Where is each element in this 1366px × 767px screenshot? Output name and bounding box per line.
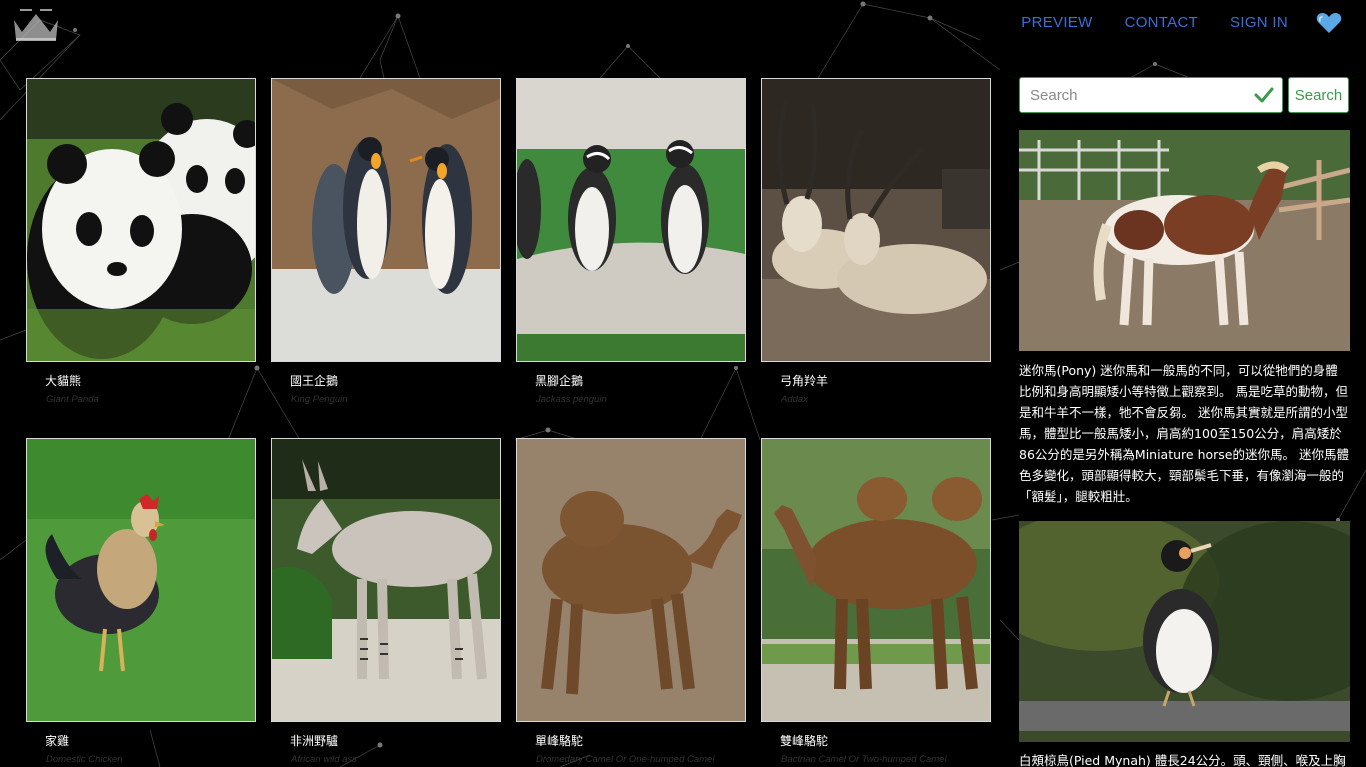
pony-photo[interactable] xyxy=(1019,130,1350,351)
domestic-chicken-image xyxy=(27,439,255,721)
mynah-photo[interactable] xyxy=(1019,521,1350,742)
animal-name-zh: 國王企鵝 xyxy=(290,374,339,388)
animal-name-en: Bactrian Camel Or Two-humped Camel xyxy=(781,754,947,765)
animal-name-en: African wild ass xyxy=(291,754,357,765)
animal-card[interactable]: 非洲野驢 African wild ass xyxy=(271,438,501,767)
crown-logo-icon[interactable] xyxy=(6,4,66,44)
animal-name-zh: 雙峰駱駝 xyxy=(780,734,829,748)
animal-name-en: Domestic Chicken xyxy=(46,754,123,765)
sidebar: Search 迷你馬(Pony) 迷你馬和一般馬的不同，可以從牠們的身體比例和身… xyxy=(1019,77,1350,767)
animal-name-en: Dromedary Camel Or One-humped Camel xyxy=(536,754,715,765)
animal-photo[interactable] xyxy=(516,78,746,362)
animal-name-zh: 大貓熊 xyxy=(45,374,82,388)
checkmark-icon xyxy=(1254,87,1274,103)
nav-contact-link[interactable]: CONTACT xyxy=(1125,13,1198,33)
pied-mynah-image xyxy=(1019,521,1350,742)
giant-panda-image xyxy=(27,79,255,361)
african-wild-ass-image xyxy=(272,439,500,721)
animal-name-en: Jackass penguin xyxy=(536,394,607,405)
animal-name-zh: 單峰駱駝 xyxy=(535,734,584,748)
animal-card[interactable]: 家雞 Domestic Chicken xyxy=(26,438,256,767)
animal-card[interactable]: 單峰駱駝 Dromedary Camel Or One-humped Camel xyxy=(516,438,746,767)
search-input[interactable] xyxy=(1020,78,1260,112)
dromedary-camel-image xyxy=(517,439,745,721)
animal-photo[interactable] xyxy=(761,78,991,362)
animal-name-en: King Penguin xyxy=(291,394,348,405)
animal-card[interactable]: 國王企鵝 King Penguin xyxy=(271,78,501,407)
animal-name-zh: 黑腳企鵝 xyxy=(535,374,584,388)
animal-photo[interactable] xyxy=(26,438,256,722)
search-field-wrapper xyxy=(1019,77,1283,113)
addax-image xyxy=(762,79,990,361)
animal-card[interactable]: 弓角羚羊 Addax xyxy=(761,78,991,407)
animal-card[interactable]: 黑腳企鵝 Jackass penguin xyxy=(516,78,746,407)
search-button[interactable]: Search xyxy=(1288,77,1349,113)
animal-photo[interactable] xyxy=(516,438,746,722)
animal-name-zh: 家雞 xyxy=(45,734,70,748)
top-nav: PREVIEW CONTACT SIGN IN xyxy=(989,12,1342,34)
animal-name-en: Giant Panda xyxy=(46,394,99,405)
animal-name-en: Addax xyxy=(781,394,808,405)
animal-photo[interactable] xyxy=(761,438,991,722)
animal-photo[interactable] xyxy=(271,78,501,362)
jackass-penguin-image xyxy=(517,79,745,361)
animal-name-zh: 非洲野驢 xyxy=(290,734,339,748)
animal-card[interactable]: 雙峰駱駝 Bactrian Camel Or Two-humped Camel xyxy=(761,438,991,767)
pony-image xyxy=(1019,130,1350,351)
nav-preview-link[interactable]: PREVIEW xyxy=(1021,13,1092,33)
mynah-description: 白頰椋鳥(Pied Mynah) 體長24公分。頭、頸側、喉及上胸 xyxy=(1019,753,1346,767)
animal-photo[interactable] xyxy=(26,78,256,362)
zoo-page: PREVIEW CONTACT SIGN IN 大貓熊 Giant Panda … xyxy=(0,0,1366,767)
animal-name-zh: 弓角羚羊 xyxy=(780,374,829,388)
pony-description: 迷你馬(Pony) 迷你馬和一般馬的不同，可以從牠們的身體比例和身高明顯矮小等特… xyxy=(1019,363,1349,504)
heart-icon[interactable] xyxy=(1316,12,1342,34)
bactrian-camel-image xyxy=(762,439,990,721)
search-form: Search xyxy=(1019,77,1350,113)
king-penguin-image xyxy=(272,79,500,361)
animal-card[interactable]: 大貓熊 Giant Panda xyxy=(26,78,256,407)
nav-sign-in-link[interactable]: SIGN IN xyxy=(1230,13,1288,33)
animal-photo[interactable] xyxy=(271,438,501,722)
